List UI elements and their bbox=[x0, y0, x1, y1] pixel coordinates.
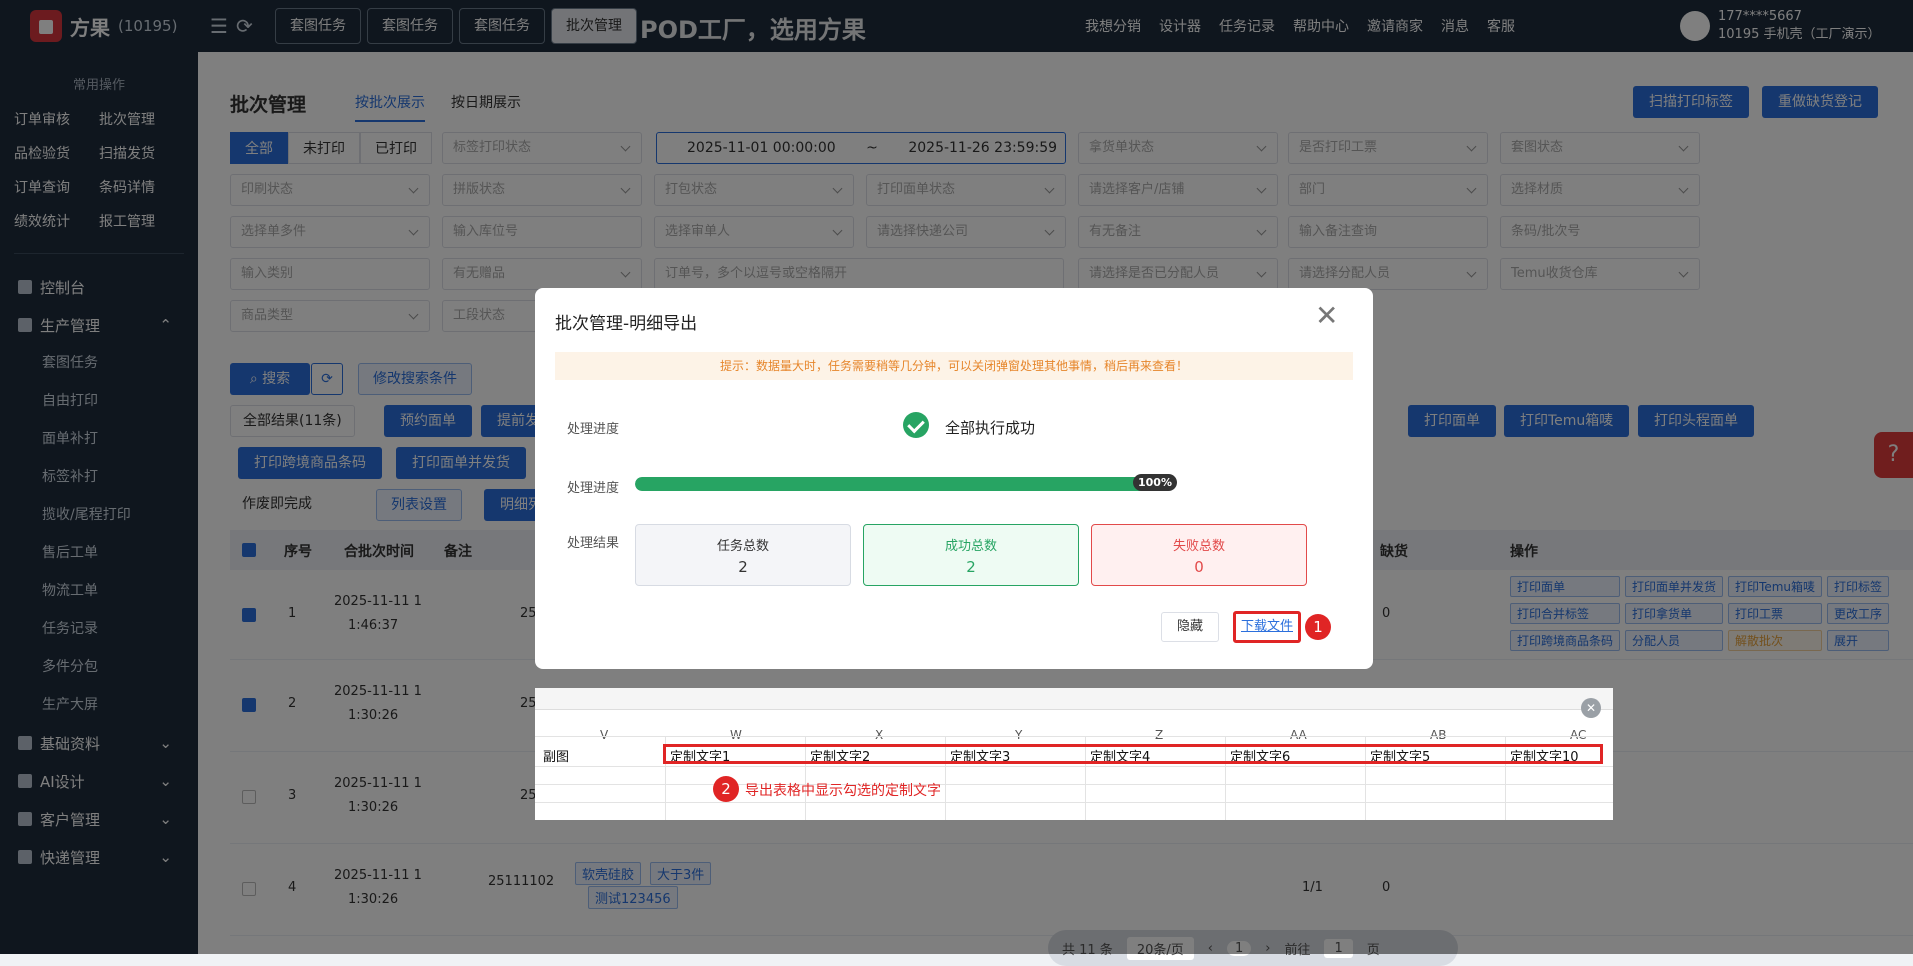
success-check-icon bbox=[903, 412, 929, 438]
stat-total: 任务总数 2 bbox=[635, 524, 851, 586]
sheet-cell: 副图 bbox=[543, 750, 570, 765]
modal-tip: 提示：数据量大时，任务需要稍等几分钟，可以关闭弹窗处理其他事情，稍后再来查看！ bbox=[555, 352, 1353, 380]
progress-label: 处理进度 bbox=[567, 422, 620, 437]
modal-title: 批次管理-明细导出 bbox=[555, 314, 698, 334]
col-header: W bbox=[730, 728, 742, 742]
col-header: Z bbox=[1155, 728, 1164, 742]
col-header: Y bbox=[1015, 728, 1023, 742]
stat-fail-value: 0 bbox=[1194, 558, 1204, 576]
grid-line bbox=[535, 736, 1613, 737]
highlight-box bbox=[663, 744, 1603, 764]
progress-bar bbox=[635, 477, 1151, 491]
close-icon[interactable]: ✕ bbox=[1315, 302, 1338, 330]
hide-button[interactable]: 隐藏 bbox=[1161, 612, 1219, 642]
progress-label: 处理进度 bbox=[567, 481, 620, 496]
annotation-badge: 1 bbox=[1305, 614, 1331, 640]
stat-success-value: 2 bbox=[966, 558, 976, 576]
stat-success-label: 成功总数 bbox=[944, 539, 997, 554]
col-header: V bbox=[600, 728, 609, 742]
close-icon[interactable]: ✕ bbox=[1581, 698, 1601, 718]
col-header: AA bbox=[1290, 728, 1307, 742]
stat-fail: 失败总数 0 bbox=[1091, 524, 1307, 586]
sheet-preview: ✕ V W X Y Z AA AB AC 副图 定制文字1 定制文字2 定制文字… bbox=[535, 688, 1613, 820]
grid-line bbox=[535, 784, 1613, 785]
progress-percent: 100% bbox=[1133, 474, 1177, 491]
col-header: X bbox=[875, 728, 884, 742]
progress-fill bbox=[635, 477, 1151, 491]
grid-line bbox=[535, 802, 1613, 803]
annotation-note: 导出表格中显示勾选的定制文字 bbox=[745, 783, 941, 799]
download-file-link[interactable]: 下载文件 bbox=[1233, 611, 1301, 643]
col-header: AC bbox=[1570, 728, 1587, 742]
grid-line bbox=[535, 766, 1613, 767]
result-label: 处理结果 bbox=[567, 536, 620, 551]
sheet-toolbar bbox=[535, 688, 1613, 710]
col-header: AB bbox=[1430, 728, 1447, 742]
stat-success: 成功总数 2 bbox=[863, 524, 1079, 586]
stat-total-value: 2 bbox=[738, 558, 748, 576]
stat-fail-label: 失败总数 bbox=[1172, 539, 1225, 554]
annotation-badge: 2 bbox=[713, 776, 739, 802]
export-modal: 批次管理-明细导出 ✕ 提示：数据量大时，任务需要稍等几分钟，可以关闭弹窗处理其… bbox=[535, 288, 1373, 669]
stat-total-label: 任务总数 bbox=[716, 539, 769, 554]
status-text: 全部执行成功 bbox=[945, 419, 1036, 437]
